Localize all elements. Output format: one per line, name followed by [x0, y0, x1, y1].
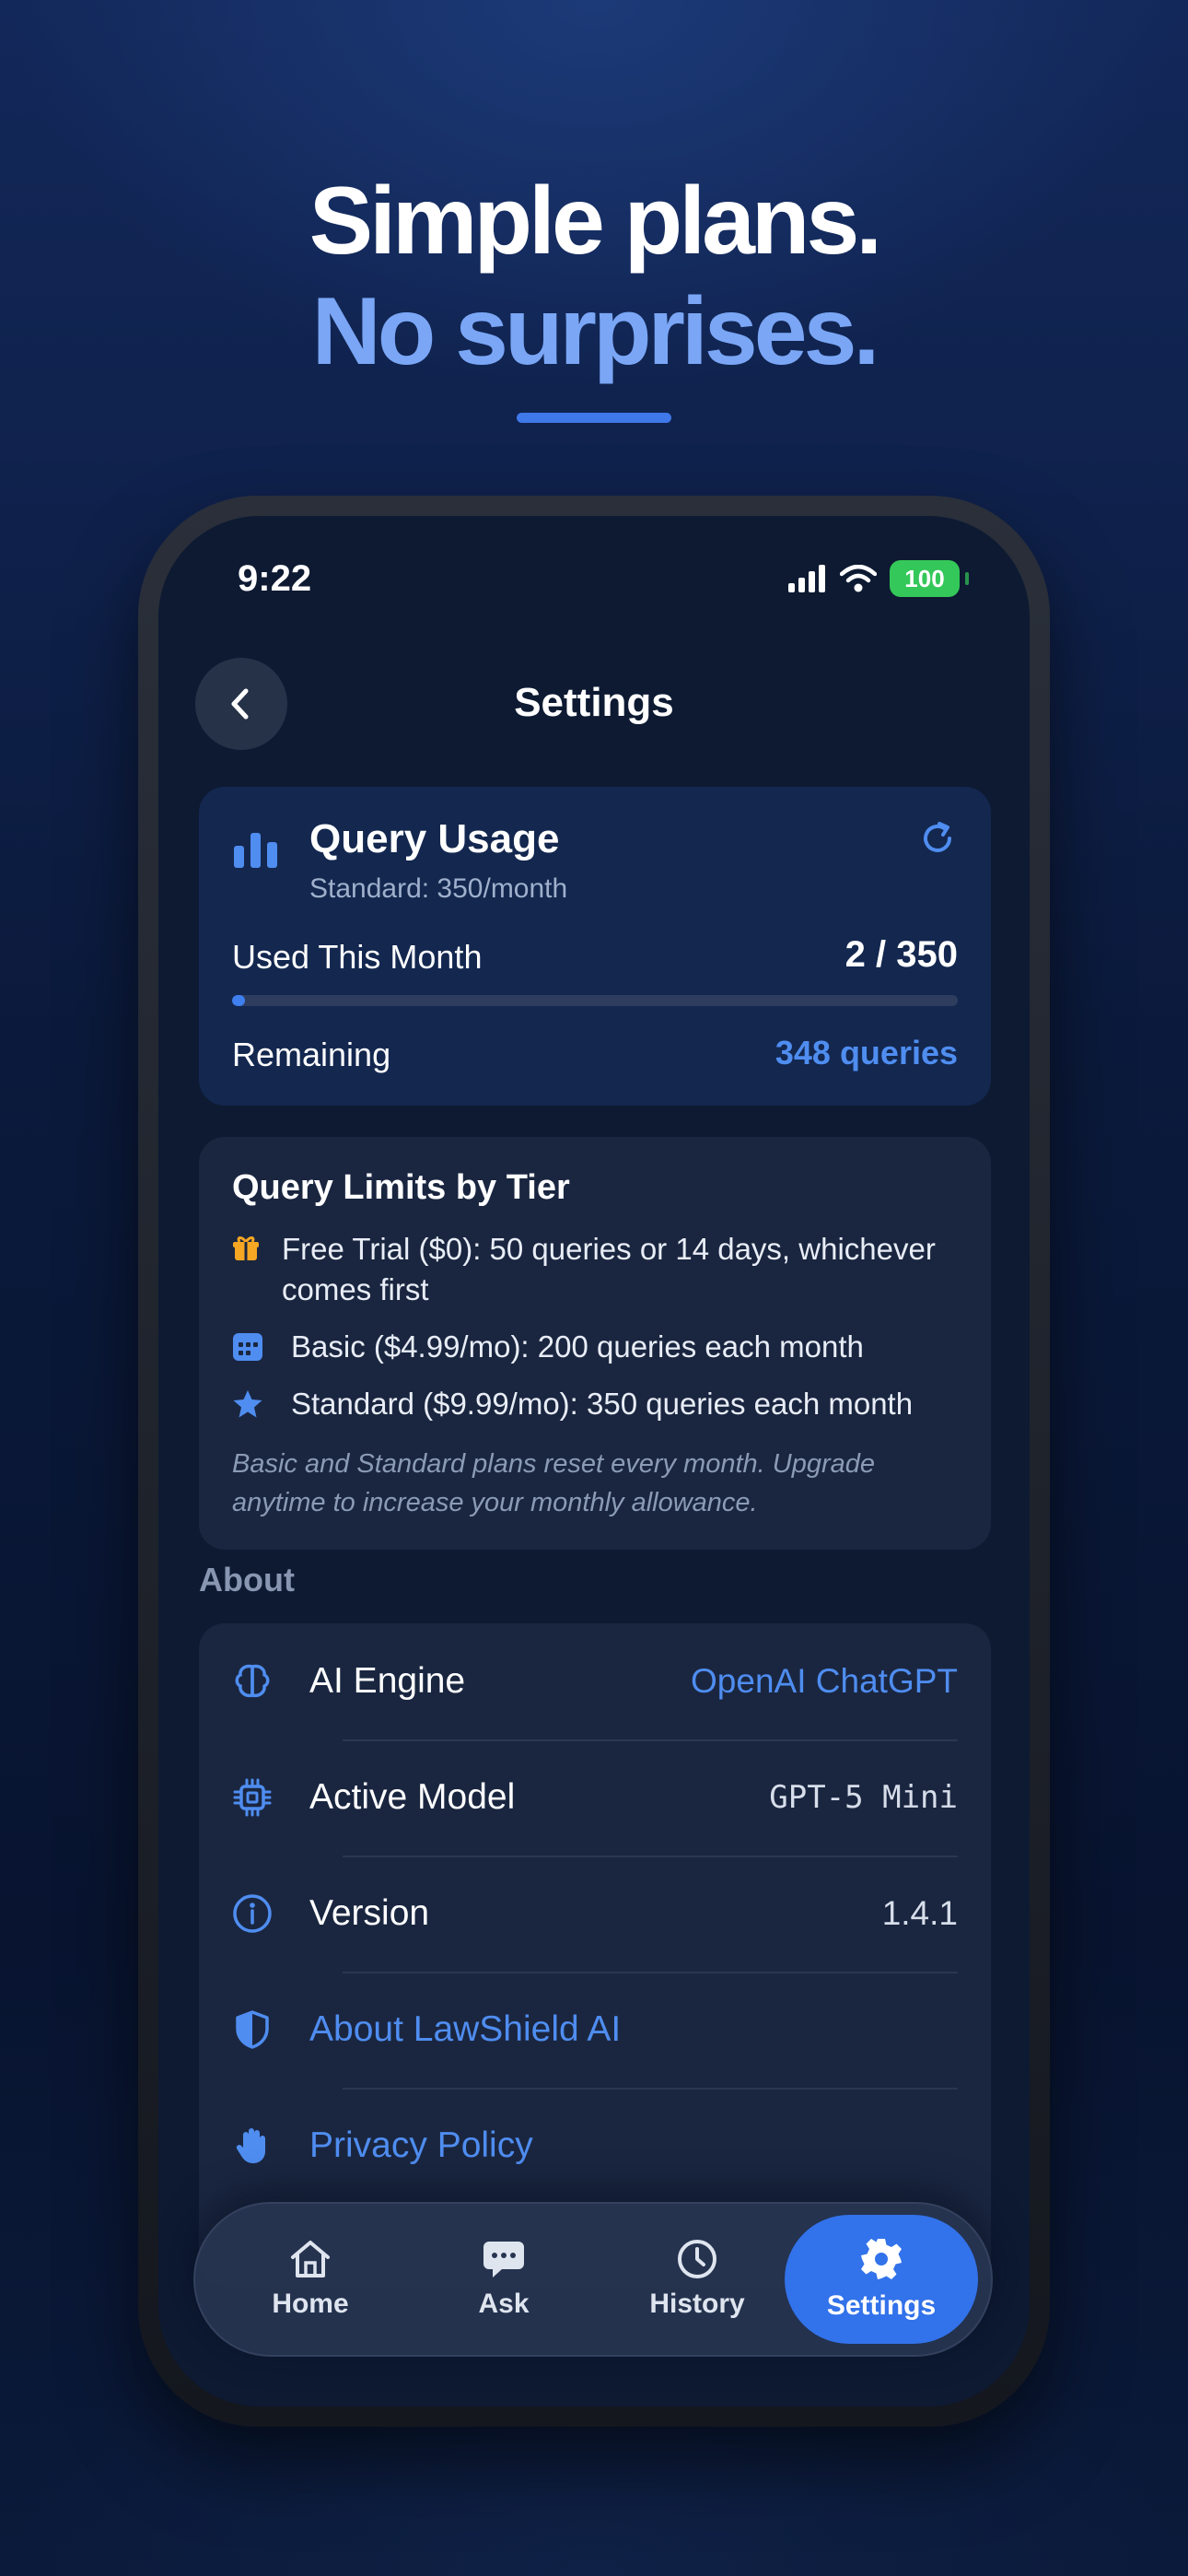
limits-note: Basic and Standard plans reset every mon…: [232, 1449, 876, 1517]
active-model-label: Active Model: [309, 1777, 516, 1817]
star-icon: [233, 1390, 262, 1418]
tab-history-label: History: [649, 2289, 745, 2319]
usage-progress-bar: [232, 995, 958, 1006]
about-lawshield-link[interactable]: About LawShield AI: [309, 2009, 958, 2050]
about-row-privacy-policy[interactable]: Privacy Policy: [232, 2088, 958, 2204]
row-divider: [343, 1856, 958, 1857]
tab-history[interactable]: History: [600, 2215, 794, 2344]
battery-icon: 100: [890, 560, 960, 597]
bar-chart-icon: [234, 833, 277, 868]
tier-standard-text: Standard ($9.99/mo): 350 queries each mo…: [291, 1387, 914, 1421]
wifi-icon: [840, 565, 877, 592]
page-title: Settings: [514, 680, 674, 725]
about-row-active-model[interactable]: Active Model GPT-5 Mini: [232, 1739, 958, 1856]
remaining-value: 348 queries: [775, 1034, 958, 1071]
chat-icon: [483, 2242, 524, 2277]
ai-engine-value: OpenAI ChatGPT: [691, 1662, 958, 1700]
home-icon: [291, 2241, 330, 2277]
gift-icon: [233, 1236, 259, 1260]
tab-ask[interactable]: Ask: [407, 2215, 600, 2344]
version-label: Version: [309, 1893, 430, 1933]
limits-title: Query Limits by Tier: [232, 1168, 570, 1207]
used-this-month-value: 2 / 350: [844, 934, 958, 975]
tier-free-trial: Free Trial ($0): 50 queries or 14 days, …: [232, 1229, 969, 1310]
chip-icon: [233, 1778, 272, 1817]
hero-line-2: No surprises.: [311, 278, 880, 385]
row-divider: [343, 1739, 958, 1741]
battery-level: 100: [904, 564, 945, 592]
row-divider: [343, 2088, 958, 2090]
tab-settings-label: Settings: [826, 2290, 937, 2321]
tier-basic: Basic ($4.99/mo): 200 queries each month: [232, 1327, 969, 1367]
used-this-month-label: Used This Month: [232, 938, 483, 976]
usage-title: Query Usage: [309, 816, 560, 861]
hand-icon: [236, 2128, 265, 2163]
about-card: AI Engine OpenAI ChatGPT Active Model GP…: [199, 1623, 991, 2287]
hero-headline: Simple plans. No surprises.: [0, 166, 1188, 387]
about-row-version: Version 1.4.1: [232, 1856, 958, 1972]
refresh-icon[interactable]: [917, 818, 958, 859]
hero-divider: [517, 413, 671, 423]
tier-free-trial-text: Free Trial ($0): 50 queries or 14 days, …: [282, 1232, 936, 1306]
about-row-about-lawshield[interactable]: About LawShield AI: [232, 1972, 958, 2088]
tab-ask-label: Ask: [478, 2289, 530, 2319]
battery-nub: [965, 572, 969, 585]
shield-icon: [236, 2010, 269, 2049]
about-heading: About: [199, 1561, 295, 1598]
tab-bar: Home Ask History Settings: [193, 2202, 993, 2357]
status-icons: 100: [788, 560, 969, 597]
hero-line-1: Simple plans.: [309, 168, 882, 275]
tab-settings[interactable]: Settings: [785, 2215, 978, 2344]
tab-home-label: Home: [272, 2289, 349, 2319]
signal-icon: [788, 565, 825, 592]
version-value: 1.4.1: [881, 1894, 958, 1932]
privacy-policy-link[interactable]: Privacy Policy: [309, 2125, 958, 2166]
info-icon: [233, 1894, 272, 1933]
phone-screen: 9:22 100 Settings Query Usage Standard: …: [158, 516, 1030, 2406]
brain-icon: [235, 1664, 270, 1698]
clock-icon: [678, 2240, 716, 2278]
about-row-ai-engine[interactable]: AI Engine OpenAI ChatGPT: [232, 1623, 958, 1739]
query-limits-card: Query Limits by Tier Free Trial ($0): 50…: [199, 1137, 991, 1550]
row-divider: [343, 1972, 958, 1973]
tier-standard: Standard ($9.99/mo): 350 queries each mo…: [232, 1384, 969, 1424]
phone-frame: 9:22 100 Settings Query Usage Standard: …: [138, 496, 1050, 2427]
ai-engine-label: AI Engine: [309, 1661, 466, 1701]
remaining-label: Remaining: [232, 1036, 391, 1073]
tier-basic-text: Basic ($4.99/mo): 200 queries each month: [291, 1329, 864, 1364]
usage-progress-fill: [232, 995, 246, 1006]
tab-home[interactable]: Home: [214, 2215, 407, 2344]
gear-icon: [861, 2239, 902, 2279]
calendar-icon: [233, 1333, 262, 1361]
active-model-value: GPT-5 Mini: [769, 1779, 958, 1816]
query-usage-card: Query Usage Standard: 350/month Used Thi…: [199, 787, 991, 1106]
usage-plan: Standard: 350/month: [309, 873, 568, 904]
status-time: 9:22: [238, 558, 312, 599]
